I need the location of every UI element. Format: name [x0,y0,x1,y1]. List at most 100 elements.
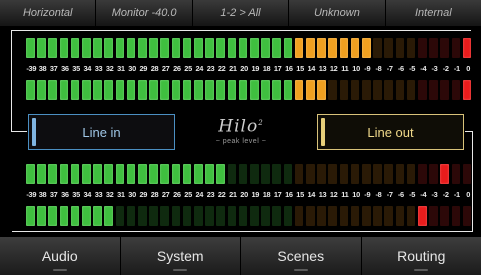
scale-tick-label: 32 [105,190,114,199]
meter-segment [160,80,169,100]
meter-segment [328,38,337,58]
status-sample-rate[interactable]: Unknown [289,0,386,26]
meter-segment [384,164,393,184]
status-orientation[interactable]: Horizontal [0,0,97,26]
meter-segment [216,80,225,100]
meter-segment [306,38,315,58]
meter-segment [272,164,281,184]
meter-segment [440,164,449,184]
tab-system-indicator [173,269,188,271]
status-clock-source[interactable]: Internal [385,0,481,26]
meter-segment [250,206,259,226]
meter-segment [462,80,472,100]
meter-segment [93,80,102,100]
meter-segment [328,80,337,100]
output-meter-scale: -39 38 37 36 35 34 33 32 31 30 29 28 27 26 25 24 23 22 21 2… [26,189,471,201]
meter-segment [26,38,35,58]
status-monitor-level[interactable]: Monitor -40.0 [96,0,193,26]
meter-segment [205,38,214,58]
scale-tick-label: 37 [49,64,58,73]
scale-tick-label: 24 [195,190,204,199]
line-in-button[interactable]: Line in [28,114,175,150]
line-out-button[interactable]: Line out [317,114,464,150]
scale-tick-label: -2 [442,64,449,73]
meter-segment [37,38,46,58]
meter-segment [384,80,393,100]
meter-segment [160,206,169,226]
meter-segment [272,38,281,58]
meter-segment [462,38,472,58]
scale-tick-label: 23 [206,190,215,199]
meter-segment [306,164,315,184]
scale-tick-label: 28 [150,190,159,199]
scale-tick-label: -9 [364,190,371,199]
meter-segment [194,38,203,58]
scale-tick-label: 0 [466,190,470,199]
scale-tick-label: 19 [251,190,260,199]
meter-segment [216,206,225,226]
tab-bar: Audio System Scenes Routing [0,237,481,275]
meter-segment [138,206,147,226]
meter-segment [82,80,91,100]
output-meter-right [26,206,472,226]
meter-segment [328,206,337,226]
meter-segment [294,206,304,226]
meter-segment [37,206,46,226]
meter-segment [384,206,393,226]
meter-segment [93,206,102,226]
meter-segment [250,80,259,100]
tab-system[interactable]: System [120,237,241,275]
device-screen: Horizontal Monitor -40.0 1-2 > All Unkno… [0,0,481,275]
meter-segment [59,206,69,226]
scale-tick-label: 16 [285,190,293,199]
scale-tick-label: -8 [375,64,382,73]
meter-segment [115,38,125,58]
scale-tick-label: 36 [61,64,69,73]
meter-segment [26,164,35,184]
input-bracket-foot [11,131,27,132]
scale-tick-label: 27 [161,190,170,199]
scale-tick-label: 18 [262,190,271,199]
meter-segment [138,164,147,184]
meter-segment [339,80,349,100]
scale-tick-label: -1 [453,190,460,199]
meter-segment [418,206,427,226]
scale-tick-label: 30 [128,64,136,73]
scale-tick-label: 26 [173,190,181,199]
scale-tick-label: 33 [94,190,103,199]
meter-segment [283,80,293,100]
scale-tick-label: -6 [397,64,404,73]
tab-routing[interactable]: Routing [361,237,481,275]
scale-tick-label: -5 [409,64,416,73]
meter-segment [149,38,158,58]
tab-scenes[interactable]: Scenes [241,237,362,275]
input-bracket [11,30,471,31]
meter-segment [70,38,80,58]
meter-segment [440,206,449,226]
meter-segment [261,80,270,100]
scale-tick-label: 38 [38,64,47,73]
meter-segment [283,38,293,58]
scale-tick-label: -2 [442,190,449,199]
meter-segment [429,164,438,184]
meter-segment [350,206,360,226]
meter-segment [395,164,405,184]
meter-segment [451,80,461,100]
scale-tick-label: 25 [184,64,192,73]
meter-segment [82,206,91,226]
meter-segment [48,206,57,226]
meter-segment [339,38,349,58]
meter-segment [406,38,416,58]
meter-segment [171,206,181,226]
tab-audio[interactable]: Audio [0,237,121,275]
meter-segment [205,164,214,184]
meter-segment [362,164,371,184]
meter-segment [451,164,461,184]
input-meter-left [26,38,472,58]
meter-segment [182,206,192,226]
status-routing[interactable]: 1-2 > All [192,0,290,26]
status-bar: Horizontal Monitor -40.0 1-2 > All Unkno… [0,0,481,26]
meter-segment [126,80,136,100]
output-bracket [12,231,472,232]
meter-segment [339,164,349,184]
